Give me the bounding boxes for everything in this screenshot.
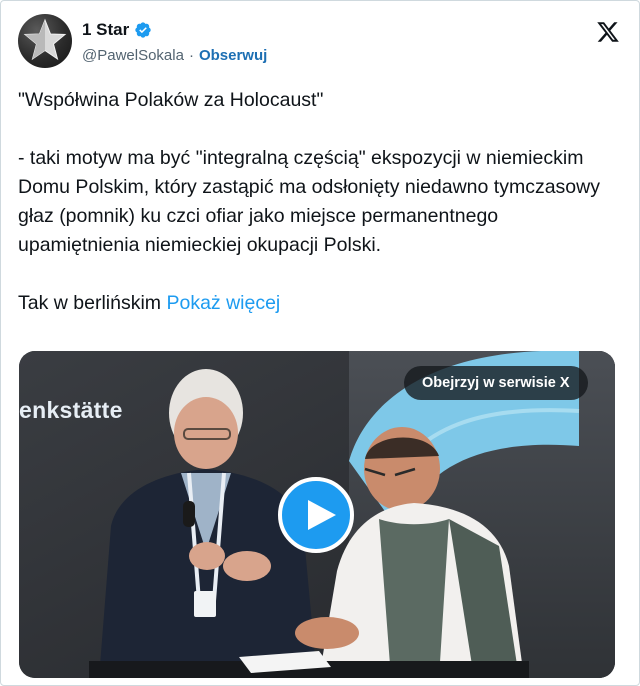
show-more-link[interactable]: Pokaż więcej: [166, 292, 280, 314]
x-logo-icon[interactable]: [596, 20, 620, 44]
avatar[interactable]: [18, 14, 72, 68]
venue-sign: enkstätte: [19, 397, 123, 423]
tweet-body: "Współwina Polaków za Holocaust" - taki …: [18, 86, 618, 318]
watch-on-x-button[interactable]: Obejrzyj w serwisie X: [404, 366, 588, 400]
display-name[interactable]: 1 Star: [82, 20, 129, 40]
handle-row: @PawelSokala · Obserwuj: [82, 47, 267, 64]
play-icon: [308, 500, 336, 530]
tweet-line-tail: Tak w berlińskim Pokaż więcej: [18, 289, 618, 318]
name-row: 1 Star: [82, 20, 152, 40]
tweet-line-body: - taki motyw ma być "integralną częścią"…: [18, 147, 600, 256]
tweet-header: 1 Star @PawelSokala · Obserwuj: [18, 14, 622, 70]
follow-button[interactable]: Obserwuj: [199, 47, 267, 64]
video-media[interactable]: enkstätte Obejrzyj w serwisie X: [19, 351, 615, 678]
star-icon: [23, 18, 67, 61]
separator: ·: [188, 47, 194, 64]
handle[interactable]: @PawelSokala: [82, 47, 184, 64]
play-button[interactable]: [278, 477, 354, 553]
tweet-line-title: "Współwina Polaków za Holocaust": [18, 89, 324, 111]
verified-badge-icon: [135, 22, 151, 38]
tweet-tail-text: Tak w berlińskim: [18, 292, 162, 314]
